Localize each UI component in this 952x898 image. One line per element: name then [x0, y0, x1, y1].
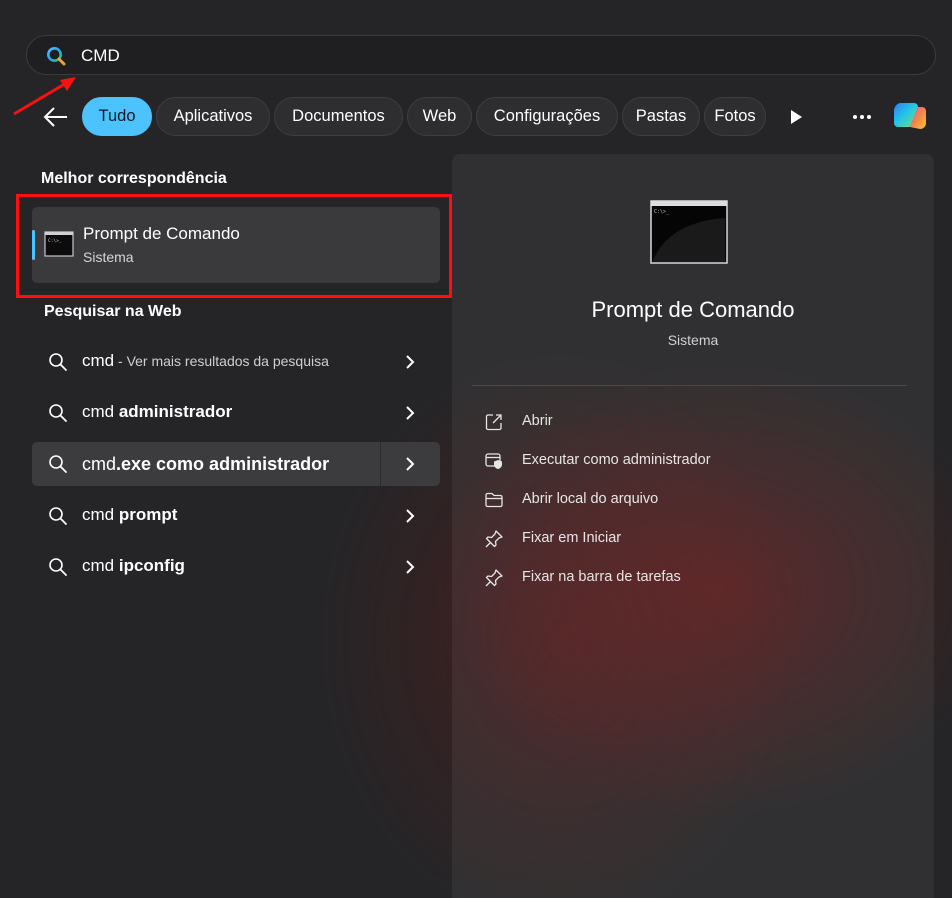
svg-text:C:\>_: C:\>_ — [48, 238, 62, 244]
action-label: Executar como administrador — [522, 452, 711, 468]
svg-text:C:\>_: C:\>_ — [654, 209, 670, 215]
row-divider — [380, 442, 381, 486]
search-icon — [49, 558, 67, 576]
web-result[interactable]: cmd prompt — [32, 494, 440, 538]
command-prompt-icon: C:\>_ — [650, 200, 728, 264]
chevron-right-icon[interactable] — [404, 559, 416, 575]
web-result-label: cmd - Ver mais resultados da pesquisa — [82, 351, 329, 370]
search-icon — [49, 455, 67, 473]
tab-documentos[interactable]: Documentos — [274, 97, 403, 136]
tab-configuracoes[interactable]: Configurações — [476, 97, 618, 136]
open-external-icon — [485, 414, 502, 431]
tab-fotos[interactable]: Fotos — [704, 97, 766, 136]
search-icon — [47, 47, 66, 66]
chevron-right-icon[interactable] — [404, 508, 416, 524]
folder-icon — [485, 492, 503, 508]
pin-icon — [485, 569, 503, 587]
action-pin-taskbar[interactable]: Fixar na barra de tarefas — [484, 564, 904, 592]
best-match-result[interactable]: C:\>_ Prompt de Comando Sistema — [32, 207, 440, 283]
chevron-right-icon[interactable] — [404, 456, 416, 472]
copilot-icon[interactable] — [892, 97, 930, 135]
tab-pastas[interactable]: Pastas — [622, 97, 700, 136]
web-result[interactable]: cmd administrador — [32, 391, 440, 435]
run-as-admin-icon — [485, 453, 502, 469]
tab-aplicativos[interactable]: Aplicativos — [156, 97, 270, 136]
chevron-right-icon[interactable] — [404, 405, 416, 421]
web-result[interactable]: cmd ipconfig — [32, 545, 440, 589]
best-match-subtitle: Sistema — [83, 249, 134, 265]
action-label: Fixar na barra de tarefas — [522, 569, 681, 585]
chevron-right-icon[interactable] — [404, 354, 416, 370]
divider — [472, 385, 907, 386]
command-prompt-icon: C:\>_ — [44, 231, 74, 257]
action-run-as-admin[interactable]: Executar como administrador — [484, 447, 904, 475]
pin-icon — [485, 530, 503, 548]
detail-subtitle: Sistema — [667, 332, 719, 348]
search-input[interactable]: CMD — [26, 35, 936, 75]
action-label: Abrir local do arquivo — [522, 491, 659, 507]
play-icon[interactable] — [788, 108, 804, 126]
search-query[interactable]: CMD — [81, 46, 120, 66]
selection-indicator — [32, 230, 35, 260]
search-icon — [49, 404, 67, 422]
web-result-label: cmd.exe como administrador — [82, 454, 330, 474]
web-result-label: cmd prompt — [82, 505, 178, 524]
action-label: Abrir — [522, 413, 553, 429]
ellipsis-icon[interactable] — [848, 104, 876, 130]
web-result-label: cmd administrador — [82, 402, 233, 421]
search-icon — [49, 353, 67, 371]
web-result-label: cmd ipconfig — [82, 556, 185, 575]
action-pin-start[interactable]: Fixar em Iniciar — [484, 525, 904, 553]
action-label: Fixar em Iniciar — [522, 530, 622, 546]
detail-panel: C:\>_ Prompt de Comando Sistema Abrir Ex… — [452, 154, 934, 898]
back-arrow-icon[interactable] — [40, 102, 72, 132]
action-abrir[interactable]: Abrir — [484, 408, 904, 436]
action-open-file-location[interactable]: Abrir local do arquivo — [484, 486, 904, 514]
search-icon — [49, 507, 67, 525]
best-match-heading: Melhor correspondência — [41, 170, 227, 187]
web-result[interactable]: cmd.exe como administrador — [32, 442, 440, 486]
tab-web[interactable]: Web — [407, 97, 472, 136]
tab-tudo[interactable]: Tudo — [82, 97, 152, 136]
web-search-heading: Pesquisar na Web — [44, 303, 182, 320]
detail-title: Prompt de Comando — [591, 297, 795, 322]
best-match-title: Prompt de Comando — [83, 224, 240, 243]
web-result[interactable]: cmd - Ver mais resultados da pesquisa — [32, 340, 440, 384]
